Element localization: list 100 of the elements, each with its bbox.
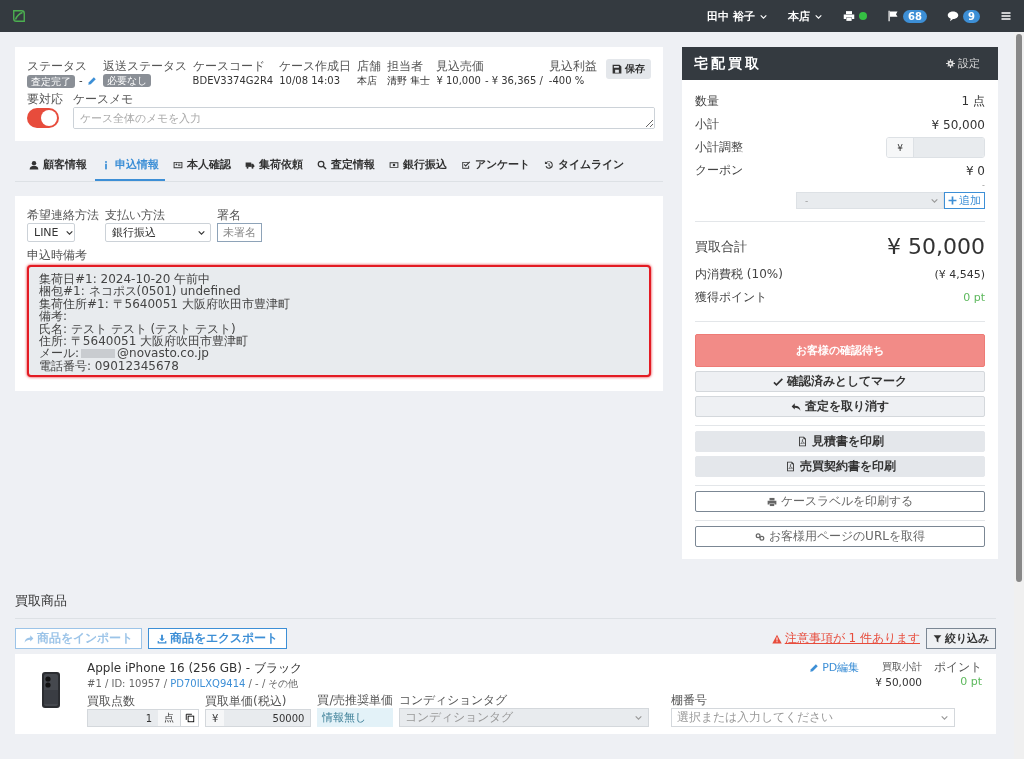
- row-label: 獲得ポイント: [695, 289, 767, 306]
- download-icon: [157, 633, 167, 644]
- copy-icon: [184, 713, 195, 723]
- tab[interactable]: 銀行振込: [383, 151, 453, 181]
- separator-text: -: [79, 74, 83, 88]
- status-badge: 必要なし: [102, 74, 151, 87]
- tab[interactable]: 集荷依頼: [239, 151, 309, 181]
- action-button[interactable]: 確認済みとしてマーク: [695, 371, 985, 392]
- row-value: ¥ 0: [965, 163, 985, 178]
- field-label: ケース作成日: [279, 59, 352, 73]
- id-card-icon: [173, 159, 183, 170]
- field-value: -400 %: [548, 74, 585, 88]
- action-button[interactable]: ケースラベルを印刷する: [695, 491, 985, 512]
- row-label: 小計: [695, 116, 719, 133]
- caret-icon: [930, 196, 939, 205]
- product-name: Apple iPhone 16 (256 GB) - ブラック: [87, 660, 302, 677]
- contact-select[interactable]: LINE: [27, 223, 75, 242]
- product-meta: #1 / ID: 10957 /: [87, 678, 168, 689]
- field-value: ¥ 50,000: [875, 675, 922, 689]
- banknote-icon: [389, 159, 399, 170]
- comment-icon: [947, 10, 960, 22]
- field-label: 買/売推奨単価: [317, 693, 394, 707]
- scrollbar-thumb[interactable]: [1016, 34, 1022, 582]
- field-label: ステータス: [27, 59, 88, 73]
- user-menu[interactable]: 田中 裕子: [707, 8, 769, 24]
- tab[interactable]: タイムライン: [538, 151, 630, 181]
- field-label: 希望連絡方法: [27, 208, 99, 222]
- settings-link[interactable]: 設定: [940, 55, 986, 72]
- status-badge: 査定完了: [27, 74, 75, 88]
- field-label: 要対応: [27, 92, 63, 106]
- save-button[interactable]: 保存: [606, 59, 651, 79]
- field-label: 支払い方法: [105, 208, 166, 222]
- printer-icon: [767, 496, 777, 507]
- store-menu[interactable]: 本店: [788, 8, 824, 24]
- tab[interactable]: 顧客情報: [23, 151, 93, 181]
- person-icon: [29, 159, 39, 170]
- memo-field[interactable]: ケース全体のメモを入力: [73, 107, 655, 129]
- toggle-switch[interactable]: [27, 108, 59, 128]
- quantity-field[interactable]: 1 点: [87, 709, 199, 727]
- field-label: 返送ステータス: [102, 59, 187, 73]
- menu-icon: [1000, 10, 1012, 22]
- tab[interactable]: 本人確認: [167, 151, 237, 181]
- caret-icon: [940, 713, 950, 722]
- warning-icon: [771, 633, 782, 644]
- flag-icon: [887, 10, 900, 22]
- action-button[interactable]: 査定を取り消す: [695, 396, 985, 417]
- row-value: (¥ 4,545): [934, 268, 985, 281]
- filter-icon: [933, 634, 942, 643]
- row-value: 1 点: [961, 93, 985, 110]
- row-value: 0 pt: [963, 291, 985, 304]
- info-badge: 情報無し: [317, 708, 394, 727]
- field-label: 見込売価: [436, 59, 486, 73]
- row-label: 数量: [695, 93, 719, 110]
- payment-select[interactable]: 銀行振込: [105, 223, 211, 242]
- field-value: - ¥ 36,365 /: [484, 74, 543, 88]
- export-button[interactable]: 商品をエクスポート: [148, 628, 287, 649]
- tab[interactable]: アンケート: [455, 151, 536, 181]
- field-label: 店舗: [357, 59, 382, 73]
- field-label: 棚番号: [671, 693, 709, 707]
- price-field[interactable]: ¥ 50000: [205, 709, 312, 727]
- action-button[interactable]: 売買契約書を印刷: [695, 456, 985, 477]
- row-label: クーポン: [695, 162, 743, 179]
- product-code-link[interactable]: PD70ILXQ9414: [170, 678, 246, 689]
- edit-link[interactable]: PD編集: [809, 660, 860, 675]
- total-value: ¥ 50,000: [887, 234, 985, 259]
- count-badge: 9: [963, 9, 980, 23]
- field-value: 清野 隼士: [387, 74, 431, 88]
- filter-button[interactable]: 絞り込み: [926, 628, 996, 649]
- count-badge: 68: [903, 9, 928, 23]
- add-button[interactable]: 追加: [944, 192, 985, 209]
- field-value: ¥ 10,000: [436, 74, 481, 88]
- plus-icon: [948, 196, 957, 205]
- panel-title: 宅配買取: [694, 54, 762, 73]
- action-button[interactable]: 見積書を印刷: [695, 431, 985, 452]
- field-label: 買取単価(税込): [205, 694, 288, 708]
- caret-icon: [197, 228, 206, 237]
- field-label: コンディションタグ: [399, 693, 509, 707]
- document-icon: [796, 436, 808, 447]
- field-label: ポイント: [934, 660, 982, 674]
- field-value: BDEV3374G2R4: [192, 74, 274, 88]
- checkbox-icon: [461, 159, 471, 170]
- field-value: 本店: [357, 74, 378, 88]
- field-label: 見込利益: [548, 59, 597, 73]
- history-icon: [544, 159, 554, 170]
- link-icon: [755, 531, 766, 542]
- remarks-field[interactable]: 集荷日#1: 2024-10-20 午前中 梱包#1: ネコポス(0501) undefined 集荷住所#1: 〒5640051 大阪府吹田市豊津町 備考: 氏名: テスト テスト (テスト テスト) 住所: 〒5640051 大阪府吹田市豊津町 メール: @novasto.co.jp 電話番号: 09012345678: [27, 265, 651, 377]
- product-meta: / - / その他: [248, 678, 299, 689]
- check-icon: [773, 376, 783, 387]
- section-title: 買取商品: [15, 592, 996, 619]
- tab[interactable]: 査定情報: [311, 151, 381, 181]
- save-icon: [612, 64, 622, 74]
- adjustment-field[interactable]: ¥: [886, 137, 985, 158]
- signature-button[interactable]: 未署名: [217, 223, 262, 242]
- undo-icon: [791, 401, 801, 412]
- share-icon: [24, 633, 34, 644]
- field-label: 担当者: [387, 59, 425, 73]
- action-button[interactable]: お客様用ページのURLを取得: [695, 526, 985, 547]
- pencil-icon: [86, 76, 97, 86]
- field-value: 10/08 14:03: [279, 74, 341, 88]
- field-label: ケースメモ: [73, 92, 134, 106]
